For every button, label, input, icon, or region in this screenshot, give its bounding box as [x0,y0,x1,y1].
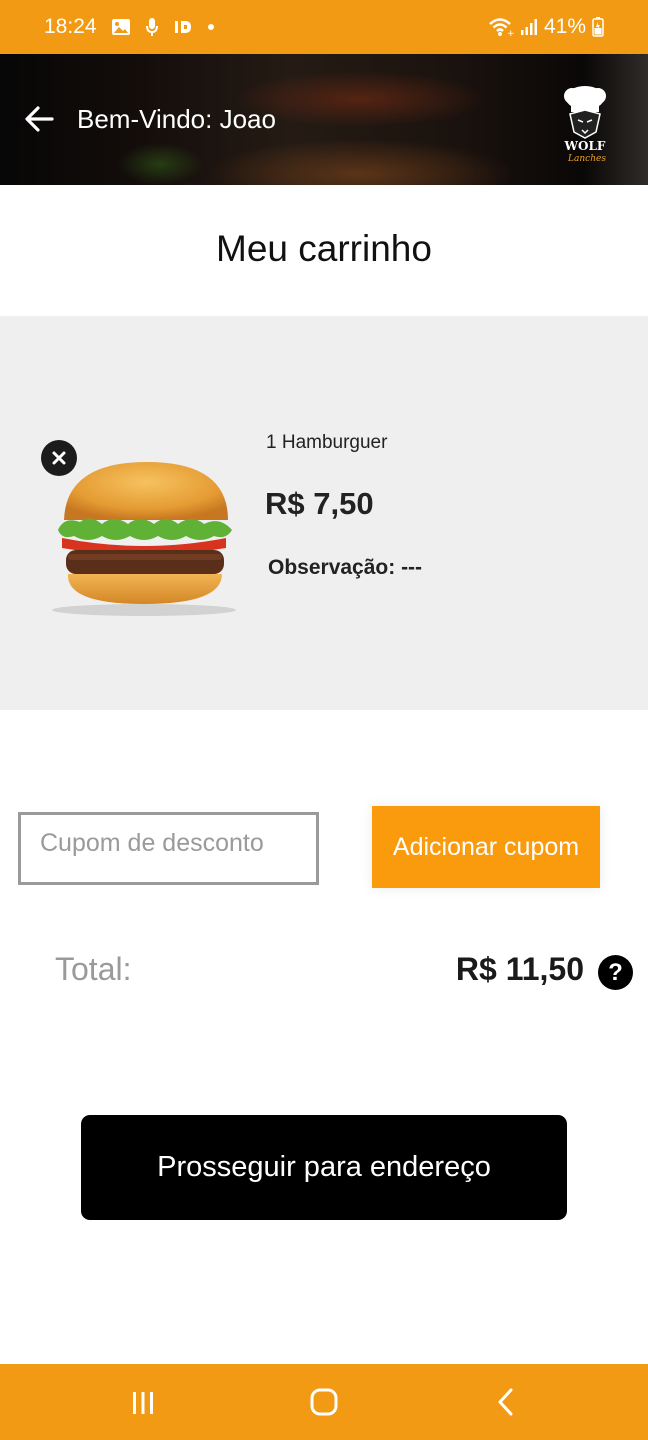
cart-item: 1 Hamburguer R$ 7,50 Observação: --- [0,316,648,710]
svg-text:+: + [507,29,514,37]
id-icon [173,19,193,35]
gallery-icon [111,18,131,36]
item-price: R$ 7,50 [265,486,374,521]
signal-icon [520,18,538,36]
battery-text: 41% [543,15,586,38]
home-button[interactable] [304,1382,344,1422]
coupon-input[interactable] [18,812,319,885]
back-button[interactable] [22,102,56,136]
dot-icon [207,23,215,31]
wolf-lanches-logo: WOLF Lanches [564,86,606,164]
recents-icon [133,1392,153,1414]
item-observation: Observação: --- [268,556,423,579]
close-icon [52,451,66,465]
header-banner: Bem-Vindo: Joao WOLF Lanches [0,54,648,185]
mic-icon [145,17,159,37]
wifi-icon: + [488,17,514,37]
greeting-text: Bem-Vindo: Joao [77,104,276,134]
add-coupon-button[interactable]: Adicionar cupom [372,806,600,888]
hamburger-image [52,462,236,616]
arrow-left-icon [25,106,54,132]
recents-button[interactable] [123,1382,163,1422]
back-nav-button[interactable] [486,1382,526,1422]
logo-subtext: Lanches [567,154,606,164]
item-name: 1 Hamburguer [266,432,388,453]
proceed-to-address-button[interactable]: Prosseguir para endereço [81,1115,567,1220]
chevron-left-icon [498,1388,513,1416]
status-right: + 41% [488,15,604,39]
home-icon [310,1388,338,1416]
battery-icon [592,17,604,37]
status-time: 18:24 [44,15,97,38]
help-icon[interactable]: ? [598,955,633,990]
system-nav-bar [0,1364,648,1440]
remove-item-button[interactable] [41,440,77,476]
status-bar: 18:24 + 41% [0,0,648,54]
total-value: R$ 11,50 [455,951,584,987]
page-title: Meu carrinho [216,228,432,269]
status-left: 18:24 [44,15,215,39]
total-label: Total: [55,951,132,987]
logo-text: WOLF [564,139,606,153]
